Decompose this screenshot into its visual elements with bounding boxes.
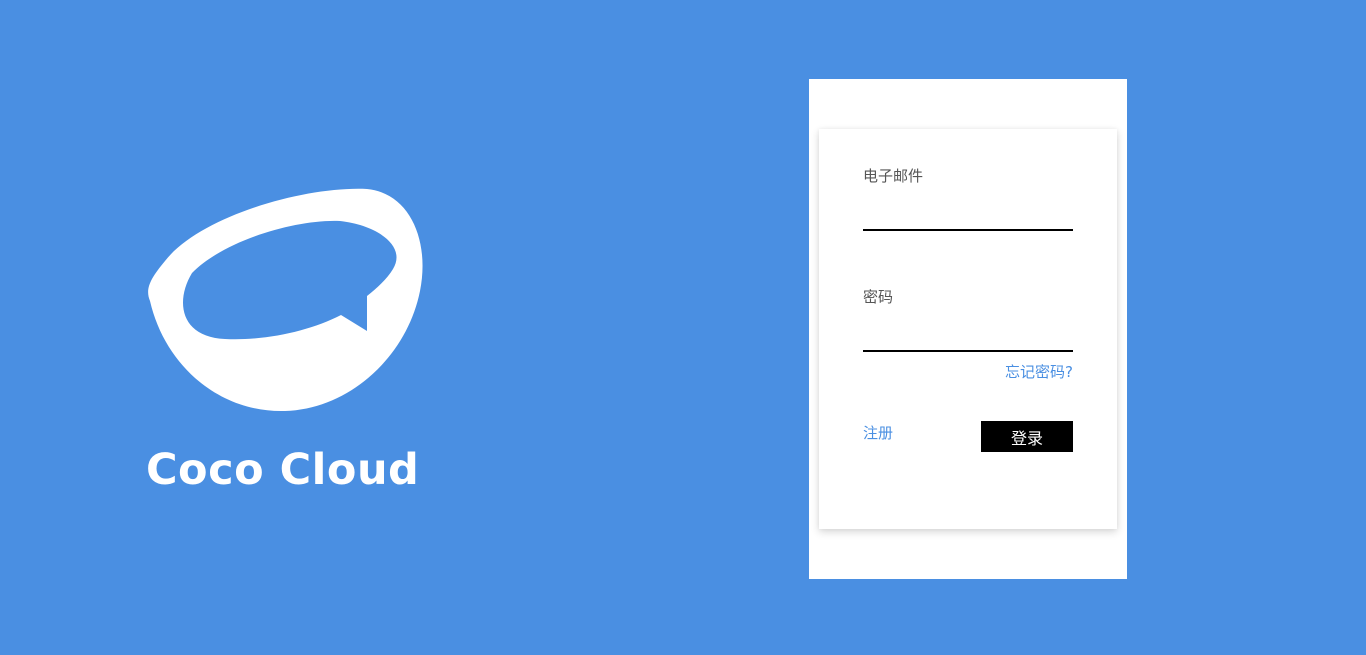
email-field[interactable] (863, 205, 1073, 231)
coconut-chat-icon (148, 188, 423, 412)
password-field[interactable] (863, 326, 1073, 352)
password-field-group: 密码 (863, 286, 1073, 352)
login-button[interactable]: 登录 (981, 421, 1073, 452)
brand-area: Coco Cloud (140, 176, 440, 506)
forgot-password-link[interactable]: 忘记密码? (1005, 361, 1073, 383)
password-label: 密码 (863, 288, 894, 306)
email-field-group: 电子邮件 (863, 165, 1073, 231)
brand-name: Coco Cloud (146, 445, 420, 495)
email-label: 电子邮件 (863, 167, 924, 185)
register-link[interactable]: 注册 (863, 422, 893, 444)
login-card: 电子邮件 密码 忘记密码? 注册 登录 (819, 129, 1117, 529)
login-panel: 电子邮件 密码 忘记密码? 注册 登录 (809, 79, 1127, 579)
